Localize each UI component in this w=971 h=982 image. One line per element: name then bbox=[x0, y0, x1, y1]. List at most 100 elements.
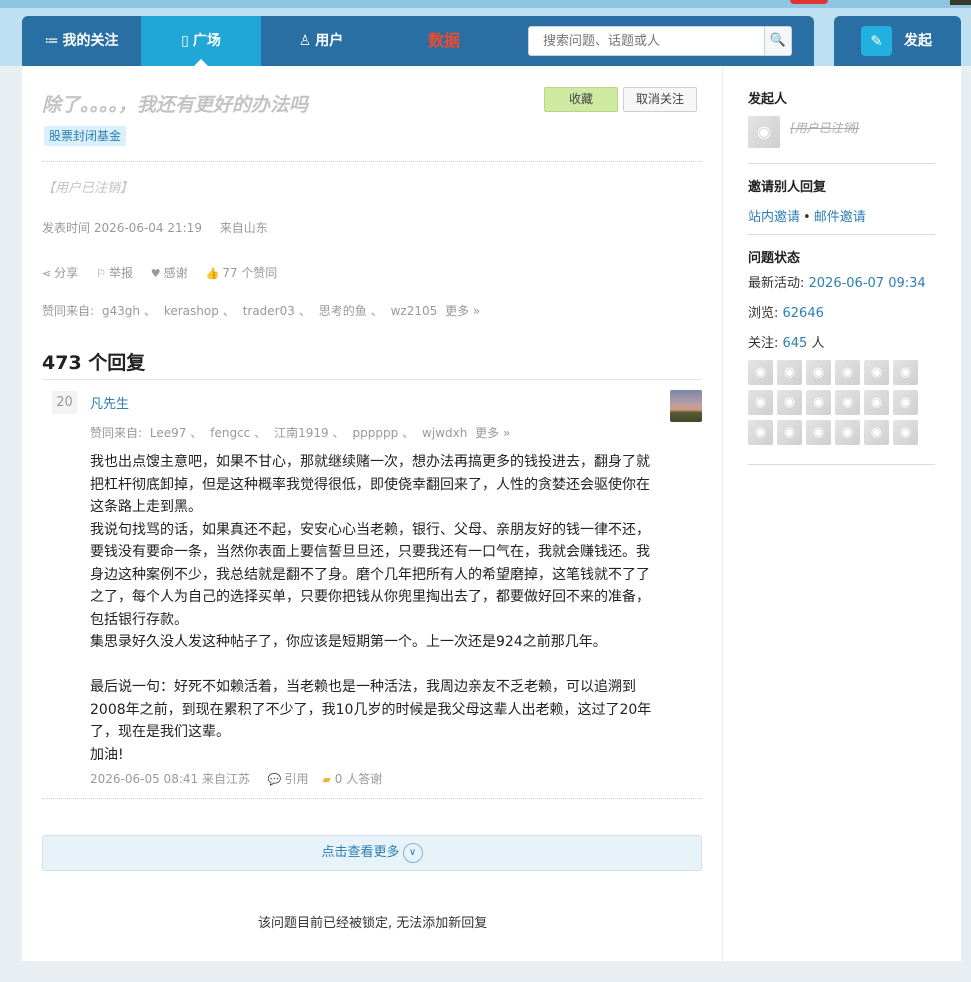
starter-avatar[interactable]: ◉ bbox=[748, 116, 780, 148]
launch-button[interactable]: ✎ 发起 bbox=[834, 16, 961, 66]
search-input[interactable] bbox=[529, 27, 763, 55]
follower-avatar[interactable]: ◉ bbox=[806, 390, 831, 415]
latest-activity: 最新活动: 2026-06-07 09:34 bbox=[748, 272, 926, 291]
likers-label: 赞同来自: bbox=[90, 426, 143, 440]
likes-count: 77 个赞同 bbox=[222, 266, 278, 280]
liker-link[interactable]: pppppp bbox=[353, 426, 399, 440]
edit-icon: ✎ bbox=[861, 26, 892, 56]
likers-more-link[interactable]: 更多 » bbox=[475, 426, 510, 440]
views-label: 浏览: bbox=[748, 306, 783, 321]
launch-label: 发起 bbox=[904, 33, 932, 49]
nav-square[interactable]: ▯ 广场 bbox=[141, 16, 261, 66]
copy-icon: ▯ bbox=[181, 33, 189, 49]
answer-likers: 赞同来自: Lee97、 fengcc、 江南1919、 pppppp、 wjw… bbox=[90, 426, 511, 440]
follower-avatar[interactable]: ◉ bbox=[893, 360, 918, 385]
thanks-button[interactable]: ♥ 感谢 bbox=[151, 264, 188, 281]
follower-avatar[interactable]: ◉ bbox=[777, 390, 802, 415]
follower-avatar[interactable]: ◉ bbox=[806, 420, 831, 445]
liker-link[interactable]: kerashop bbox=[164, 304, 219, 318]
follow-label: 关注: bbox=[748, 336, 783, 351]
follower-avatar[interactable]: ◉ bbox=[748, 390, 773, 415]
starter-name[interactable]: [用户已注销] bbox=[790, 119, 859, 136]
sidebar-divider bbox=[748, 464, 935, 465]
latest-label: 最新活动: bbox=[748, 276, 809, 291]
liker-link[interactable]: 江南1919 bbox=[274, 426, 329, 440]
like-button[interactable]: 👍 77 个赞同 bbox=[206, 264, 278, 281]
follower-avatar[interactable]: ◉ bbox=[835, 420, 860, 445]
share-label: 分享 bbox=[54, 266, 79, 280]
follower-avatar[interactable]: ◉ bbox=[864, 390, 889, 415]
follower-avatar[interactable]: ◉ bbox=[864, 360, 889, 385]
liker-link[interactable]: fengcc bbox=[210, 426, 250, 440]
load-more-button[interactable]: 点击查看更多 ∨ bbox=[42, 835, 702, 871]
chevron-down-icon: ∨ bbox=[402, 842, 423, 863]
unfollow-button[interactable]: 取消关注 bbox=[623, 87, 697, 112]
topic-tag[interactable]: 股票封闭基金 bbox=[44, 126, 127, 146]
follower-avatar[interactable]: ◉ bbox=[835, 360, 860, 385]
sidebar-divider bbox=[748, 234, 935, 235]
liker-link[interactable]: trader03 bbox=[243, 304, 295, 318]
quote-button[interactable]: 引用 bbox=[284, 772, 308, 786]
follower-avatar[interactable]: ◉ bbox=[777, 420, 802, 445]
answer-thanks[interactable]: 0 人答谢 bbox=[335, 772, 382, 786]
site-invite-link[interactable]: 站内邀请 bbox=[748, 210, 800, 225]
follower-avatar[interactable]: ◉ bbox=[748, 420, 773, 445]
vote-count[interactable]: 20 bbox=[52, 391, 77, 414]
question-meta: 发表时间 2026-06-04 21:19 来自山东 bbox=[42, 219, 268, 236]
follower-avatar[interactable]: ◉ bbox=[806, 360, 831, 385]
likers-more-link[interactable]: 更多 » bbox=[445, 304, 480, 318]
follower-avatar[interactable]: ◉ bbox=[777, 360, 802, 385]
nav-users[interactable]: ♙ 用户 bbox=[261, 16, 381, 66]
report-button[interactable]: ⚐ 举报 bbox=[96, 264, 133, 281]
follower-avatar[interactable]: ◉ bbox=[748, 360, 773, 385]
follow-unit: 人 bbox=[807, 336, 825, 351]
favorite-button[interactable]: 收藏 bbox=[544, 87, 618, 112]
views: 浏览: 62646 bbox=[748, 302, 824, 321]
separator-dot: • bbox=[803, 210, 811, 225]
load-more-label: 点击查看更多 bbox=[321, 845, 400, 860]
latest-value[interactable]: 2026-06-07 09:34 bbox=[809, 276, 926, 291]
answer-paragraph: 最后说一句：好死不如赖活着，当老赖也是一种活法，我周边亲友不乏老赖，可以追溯到2… bbox=[90, 679, 652, 740]
answer-paragraph: 集思录好久没人发这种帖子了，你应该是短期第一个。上一次还是924之前那几年。 bbox=[90, 634, 607, 650]
follower-avatar[interactable]: ◉ bbox=[864, 420, 889, 445]
liker-link[interactable]: wjwdxh bbox=[422, 426, 467, 440]
liker-link[interactable]: Lee97 bbox=[150, 426, 187, 440]
share-button[interactable]: ⋖ 分享 bbox=[42, 264, 78, 281]
share-icon: ⋖ bbox=[42, 267, 52, 280]
answers-count-title: 473 个回复 bbox=[42, 352, 146, 374]
nav-data[interactable]: 数据 bbox=[381, 16, 507, 66]
answer-author[interactable]: 凡先生 bbox=[90, 393, 129, 412]
nav-label: 我的关注 bbox=[62, 33, 119, 49]
follower-avatar[interactable]: ◉ bbox=[893, 420, 918, 445]
liker-link[interactable]: 思考的鱼 bbox=[319, 304, 367, 318]
divider bbox=[42, 161, 702, 162]
search-icon[interactable]: 🔍 bbox=[764, 27, 791, 55]
sidebar-divider bbox=[722, 66, 723, 961]
mail-invite-link[interactable]: 邮件邀请 bbox=[814, 210, 866, 225]
status-title: 问题状态 bbox=[748, 251, 801, 266]
nav-my-follow[interactable]: ≔ 我的关注 bbox=[22, 16, 141, 66]
liker-link[interactable]: g43gh bbox=[102, 304, 140, 318]
follower-avatar[interactable]: ◉ bbox=[835, 390, 860, 415]
locked-notice: 该问题目前已经被锁定, 无法添加新回复 bbox=[258, 916, 488, 931]
nav-label: 用户 bbox=[315, 33, 344, 49]
question-likers: 赞同来自: g43gh、 kerashop、 trader03、 思考的鱼、 w… bbox=[42, 304, 481, 318]
notification-badge[interactable] bbox=[790, 0, 828, 4]
post-time: 发表时间 2026-06-04 21:19 bbox=[42, 221, 202, 235]
list-icon: ≔ bbox=[44, 33, 59, 49]
nav-label: 数据 bbox=[427, 31, 460, 50]
divider bbox=[42, 798, 702, 799]
user-avatar[interactable] bbox=[950, 0, 971, 5]
liker-link[interactable]: wz2105 bbox=[391, 304, 438, 318]
question-author: 【用户已注销】 bbox=[42, 181, 134, 196]
answers-divider bbox=[42, 379, 702, 380]
follow-value[interactable]: 645 bbox=[783, 336, 808, 351]
main-nav: ≔我的关注 ▯广场 ♙用户 数据 🔍 bbox=[22, 16, 814, 66]
answer-author-avatar[interactable] bbox=[670, 390, 702, 422]
question-actions: ⋖ 分享 ⚐ 举报 ♥ 感谢 👍 77 个赞同 bbox=[42, 264, 291, 281]
starter-title: 发起人 bbox=[748, 92, 788, 107]
answer-paragraph bbox=[90, 654, 660, 677]
follower-avatar[interactable]: ◉ bbox=[893, 390, 918, 415]
heart-icon: ♥ bbox=[150, 267, 161, 280]
answer-footer: 2026-06-05 08:41 来自江苏 💬 引用 ▰ 0 人答谢 bbox=[90, 770, 382, 787]
